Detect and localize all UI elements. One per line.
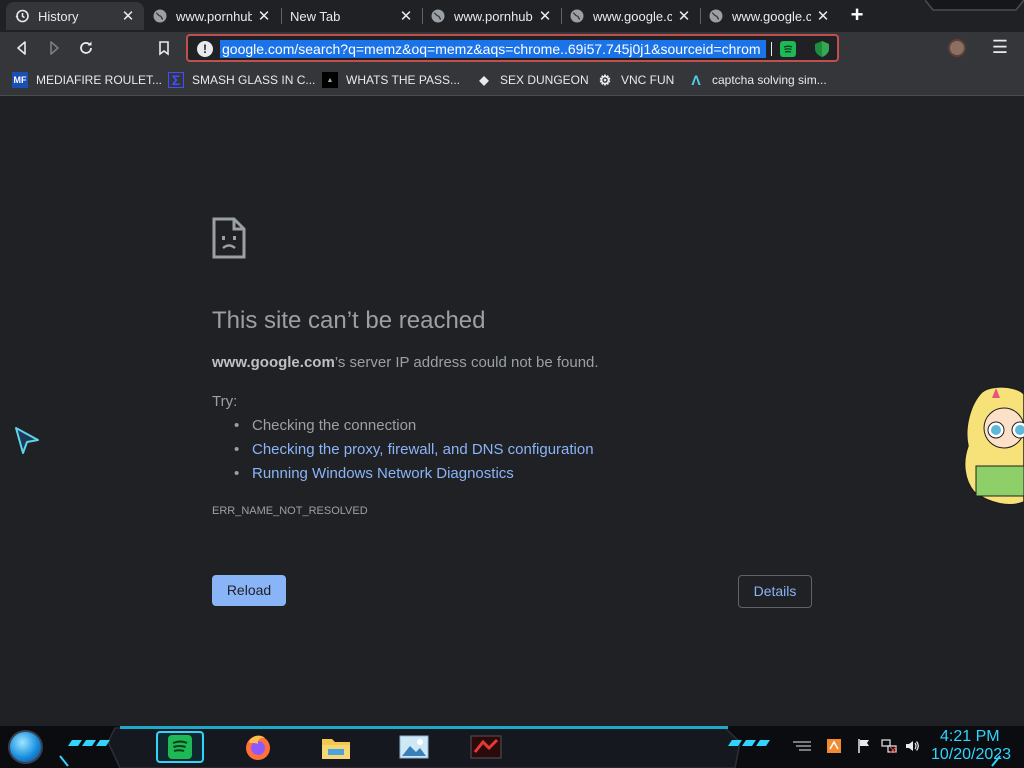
- bookmark-label: captcha solving sim...: [712, 73, 827, 87]
- reload-button[interactable]: Reload: [212, 575, 286, 606]
- tab-title: www.pornhub.c: [176, 8, 252, 24]
- tab-google-1[interactable]: www.google.co ✕: [561, 2, 700, 30]
- firefox-icon: [246, 735, 270, 760]
- error-title: This site can’t be reached: [212, 307, 486, 334]
- taskbar-app-spotify[interactable]: [156, 731, 204, 763]
- address-bar[interactable]: ! google.com/search?q=memz&oq=memz&aqs=c…: [186, 34, 839, 62]
- text-caret: [771, 42, 772, 56]
- tab-close-button[interactable]: ✕: [256, 8, 272, 25]
- error-page: This site can’t be reached www.google.co…: [0, 96, 1024, 726]
- browser-toolbar: ! google.com/search?q=memz&oq=memz&aqs=c…: [0, 32, 1024, 64]
- globe-icon: [152, 8, 168, 24]
- bookmark-sex-dungeon[interactable]: ◆ SEX DUNGEON: [476, 70, 589, 90]
- taskbar-app-file-explorer[interactable]: [316, 731, 356, 763]
- clock-date[interactable]: 10/20/2023: [931, 746, 1011, 764]
- tab-title: www.google.co: [732, 8, 811, 24]
- bookmark-mediafire-roulette[interactable]: MF MEDIAFIRE ROULET...: [12, 70, 162, 90]
- error-description: www.google.com’s server IP address could…: [212, 354, 599, 371]
- bookmark-captcha-solving[interactable]: Λ captcha solving sim...: [688, 70, 827, 90]
- globe-icon: [708, 8, 724, 24]
- tab-pornhub-1[interactable]: www.pornhub.c ✕: [144, 2, 280, 30]
- volume-icon[interactable]: [904, 738, 920, 754]
- suggestion-check-connection: Checking the connection: [232, 416, 594, 440]
- suggestion-network-diagnostics-link[interactable]: Running Windows Network Diagnostics: [232, 464, 594, 488]
- spotify-extension-icon[interactable]: [780, 41, 796, 57]
- tab-close-button[interactable]: ✕: [676, 8, 692, 25]
- bookmark-label: MEDIAFIRE ROULET...: [36, 73, 163, 87]
- sigma-icon: Σ: [168, 72, 184, 88]
- not-secure-icon[interactable]: !: [197, 41, 213, 57]
- url-text[interactable]: google.com/search?q=memz&oq=memz&aqs=chr…: [220, 40, 766, 58]
- error-host: www.google.com: [212, 354, 335, 371]
- details-button[interactable]: Details: [738, 575, 812, 608]
- tab-close-button[interactable]: ✕: [537, 8, 553, 25]
- globe-icon: [569, 8, 585, 24]
- tab-close-button[interactable]: ✕: [815, 8, 831, 25]
- tab-google-2[interactable]: www.google.co ✕: [700, 2, 839, 30]
- flag-icon[interactable]: [856, 738, 872, 754]
- tab-close-button[interactable]: ✕: [398, 8, 414, 25]
- taskbar-app-firefox[interactable]: [238, 731, 278, 763]
- forward-button[interactable]: [42, 36, 66, 60]
- mouse-cursor-icon: [15, 427, 39, 454]
- photos-icon: [399, 735, 429, 759]
- tab-title: www.pornhub.c: [454, 8, 533, 24]
- mediafire-icon: MF: [12, 72, 28, 88]
- creeper-icon: ◆: [479, 73, 489, 87]
- globe-icon: [430, 8, 446, 24]
- caret-icon: Λ: [691, 72, 701, 88]
- bookmark-smash-glass[interactable]: Σ SMASH GLASS IN C...: [168, 70, 315, 90]
- start-button[interactable]: [8, 730, 43, 764]
- tray-expand-icon[interactable]: [790, 738, 814, 754]
- tab-title: www.google.co: [593, 8, 672, 24]
- bookmarks-bar: MF MEDIAFIRE ROULET... Σ SMASH GLASS IN …: [0, 64, 1024, 96]
- gear-icon: ⚙: [598, 71, 612, 88]
- game-icon: [470, 735, 502, 759]
- bookmark-label: VNC FUN: [621, 73, 675, 87]
- new-tab-button[interactable]: +: [846, 4, 868, 27]
- tab-title: History: [38, 8, 79, 24]
- tab-pornhub-2[interactable]: www.pornhub.c ✕: [422, 2, 561, 30]
- try-label: Try:: [212, 393, 238, 410]
- sad-document-icon: [212, 217, 246, 259]
- bookmark-vnc-fun[interactable]: ⚙ VNC FUN: [597, 70, 675, 90]
- taskbar: 4:21 PM 10/20/2023: [0, 726, 1024, 768]
- bookmark-whats-the-pass[interactable]: ▲ WHATS THE PASS...: [322, 70, 460, 90]
- lock-icon: ▲: [322, 72, 338, 88]
- tab-history[interactable]: History ✕: [6, 2, 144, 30]
- tray-app-icon[interactable]: [826, 738, 842, 754]
- bookmark-label: SMASH GLASS IN C...: [192, 73, 316, 87]
- taskbar-app-photos[interactable]: [394, 731, 434, 763]
- taskbar-app-game[interactable]: [466, 731, 506, 763]
- error-code: ERR_NAME_NOT_RESOLVED: [212, 505, 368, 517]
- tab-new-tab[interactable]: New Tab ✕: [282, 2, 422, 30]
- error-description-text: ’s server IP address could not be found.: [334, 354, 599, 371]
- history-icon: [14, 8, 30, 24]
- window-frame-ornament: [925, 0, 1024, 11]
- bookmark-label: SEX DUNGEON: [500, 73, 589, 87]
- network-icon[interactable]: [881, 738, 897, 754]
- menu-icon[interactable]: ☰: [990, 38, 1010, 58]
- spotify-icon: [168, 735, 192, 759]
- tab-close-button[interactable]: ✕: [120, 8, 136, 25]
- bookmark-icon: [159, 41, 169, 56]
- suggestion-list: Checking the connection Checking the pro…: [232, 416, 594, 488]
- bookmark-star-button[interactable]: [152, 36, 176, 60]
- clock-time[interactable]: 4:21 PM: [940, 728, 1000, 746]
- tab-strip: History ✕ www.pornhub.c ✕ New Tab ✕ www.…: [0, 0, 1024, 32]
- refresh-button[interactable]: [74, 36, 98, 60]
- refresh-icon: [80, 41, 92, 54]
- desktop-mascot-image: [963, 386, 1024, 506]
- back-button[interactable]: [10, 36, 34, 60]
- back-arrow-icon: [17, 41, 26, 55]
- shield-extension-icon[interactable]: [814, 40, 830, 58]
- forward-arrow-icon: [50, 41, 59, 55]
- bookmark-label: WHATS THE PASS...: [346, 73, 461, 87]
- tab-title: New Tab: [290, 8, 341, 24]
- profile-avatar[interactable]: [948, 39, 966, 57]
- suggestion-check-proxy-link[interactable]: Checking the proxy, firewall, and DNS co…: [232, 440, 594, 464]
- file-explorer-icon: [322, 739, 350, 759]
